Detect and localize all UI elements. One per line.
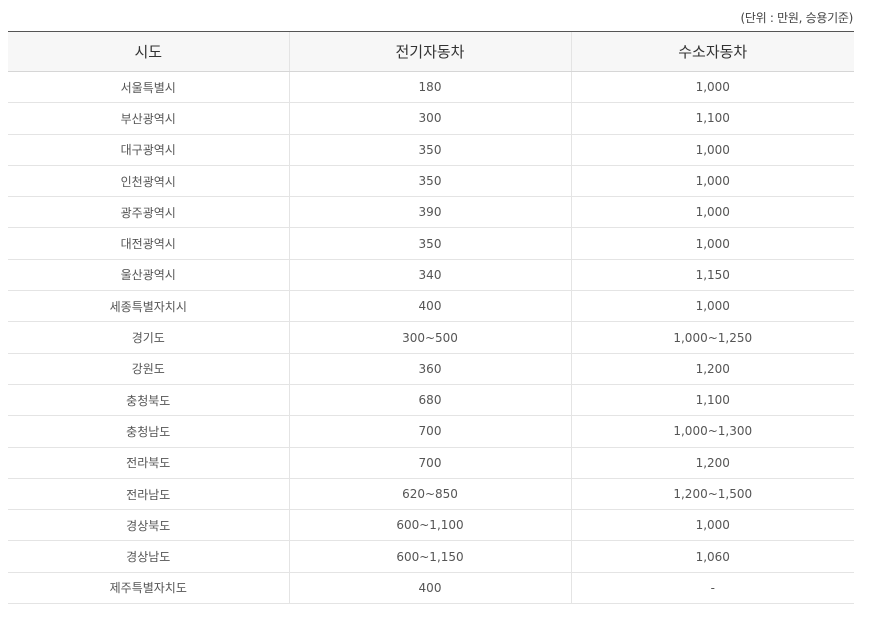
table-row: 경상북도 600~1,100 1,000 — [8, 509, 854, 542]
region-cell: 경기도 — [8, 321, 289, 354]
header-row: 시도 전기자동차 수소자동차 — [8, 31, 854, 72]
region-cell: 부산광역시 — [8, 102, 289, 135]
table-row: 서울특별시 180 1,000 — [8, 71, 854, 104]
table-row: 충청남도 700 1,000~1,300 — [8, 415, 854, 448]
region-cell: 세종특별자치시 — [8, 290, 289, 323]
unit-note: (단위 : 만원, 승용기준) — [740, 11, 854, 25]
region-cell: 강원도 — [8, 353, 289, 385]
hydrogen-subsidy-cell: 1,000~1,250 — [570, 321, 854, 354]
table-row: 제주특별자치도 400- — [8, 572, 854, 605]
electric-subsidy-cell: 700 — [288, 415, 571, 448]
table-row: 인천광역시 350 1,000 — [8, 165, 854, 198]
electric-subsidy-cell: 390 — [288, 196, 571, 229]
hydrogen-subsidy-cell: 1,060 — [570, 540, 854, 573]
region-cell: 경상남도 — [8, 540, 289, 573]
table-row: 충청북도 680 1,100 — [8, 384, 854, 417]
table-row: 강원도 360 1,200 — [8, 353, 854, 385]
table-row: 대구광역시 350 1,000 — [8, 134, 854, 166]
table-row: 전라남도 620~850 1,200~1,500 — [8, 478, 854, 511]
electric-subsidy-cell: 600~1,150 — [288, 540, 571, 573]
table-row: 광주광역시 390 1,000 — [8, 196, 854, 229]
region-cell: 인천광역시 — [8, 165, 289, 198]
hydrogen-subsidy-cell: 1,000 — [570, 227, 854, 260]
region-cell: 광주광역시 — [8, 196, 289, 229]
electric-subsidy-cell: 340 — [288, 259, 571, 292]
table-row: 울산광역시 340 1,150 — [8, 259, 854, 292]
hydrogen-subsidy-cell: 1,000~1,300 — [570, 415, 854, 448]
region-cell: 대전광역시 — [8, 227, 289, 260]
electric-subsidy-cell: 360 — [288, 353, 571, 385]
hydrogen-subsidy-cell: 1,000 — [570, 134, 854, 166]
header-electric-vehicle: 전기자동차 — [288, 31, 571, 72]
electric-subsidy-cell: 180 — [288, 71, 571, 104]
table-row: 경기도 300~500 1,000~1,250 — [8, 321, 854, 354]
hydrogen-subsidy-cell: 1,100 — [570, 102, 854, 135]
hydrogen-subsidy-cell: 1,200~1,500 — [570, 478, 854, 511]
hydrogen-subsidy-cell: 1,000 — [570, 165, 854, 198]
region-cell: 충청북도 — [8, 384, 289, 417]
hydrogen-subsidy-cell: 1,200 — [570, 353, 854, 385]
region-cell: 제주특별자치도 — [8, 572, 289, 605]
electric-subsidy-cell: 400 — [288, 572, 571, 605]
subsidy-table: 시도 전기자동차 수소자동차 서울특별시 180 1,000 부산광역시 300 1,10… — [8, 31, 854, 605]
electric-subsidy-cell: 400 — [288, 290, 571, 323]
table-row: 경상남도 600~1,150 1,060 — [8, 540, 854, 573]
electric-subsidy-cell: 350 — [288, 227, 571, 260]
region-cell: 경상북도 — [8, 509, 289, 542]
table-header: 시도 전기자동차 수소자동차 — [8, 31, 854, 72]
electric-subsidy-cell: 350 — [288, 134, 571, 166]
hydrogen-subsidy-cell: 1,150 — [570, 259, 854, 292]
header-hydrogen-vehicle: 수소자동차 — [570, 31, 854, 72]
electric-subsidy-cell: 600~1,100 — [288, 509, 571, 542]
subsidy-table-container: 시도 전기자동차 수소자동차 서울특별시 180 1,000 부산광역시 300 1,10… — [8, 31, 854, 605]
table-body: 서울특별시 180 1,000 부산광역시 300 1,100 대구광역시 350 1,000 인… — [8, 71, 854, 605]
region-cell: 충청남도 — [8, 415, 289, 448]
hydrogen-subsidy-cell: 1,000 — [570, 290, 854, 323]
table-row: 세종특별자치시 400 1,000 — [8, 290, 854, 323]
region-cell: 대구광역시 — [8, 134, 289, 166]
table-row: 대전광역시 350 1,000 — [8, 227, 854, 260]
header-region: 시도 — [8, 31, 289, 72]
electric-subsidy-cell: 620~850 — [288, 478, 571, 511]
table-row: 전라북도 700 1,200 — [8, 447, 854, 479]
region-cell: 전라북도 — [8, 447, 289, 479]
electric-subsidy-cell: 300 — [288, 102, 571, 135]
region-cell: 전라남도 — [8, 478, 289, 511]
hydrogen-subsidy-cell: - — [570, 572, 854, 605]
electric-subsidy-cell: 680 — [288, 384, 571, 417]
hydrogen-subsidy-cell: 1,000 — [570, 509, 854, 542]
hydrogen-subsidy-cell: 1,100 — [570, 384, 854, 417]
region-cell: 울산광역시 — [8, 259, 289, 292]
hydrogen-subsidy-cell: 1,000 — [570, 196, 854, 229]
hydrogen-subsidy-cell: 1,000 — [570, 71, 854, 104]
region-cell: 서울특별시 — [8, 71, 289, 104]
hydrogen-subsidy-cell: 1,200 — [570, 447, 854, 479]
electric-subsidy-cell: 300~500 — [288, 321, 571, 354]
table-row: 부산광역시 300 1,100 — [8, 102, 854, 135]
electric-subsidy-cell: 700 — [288, 447, 571, 479]
electric-subsidy-cell: 350 — [288, 165, 571, 198]
